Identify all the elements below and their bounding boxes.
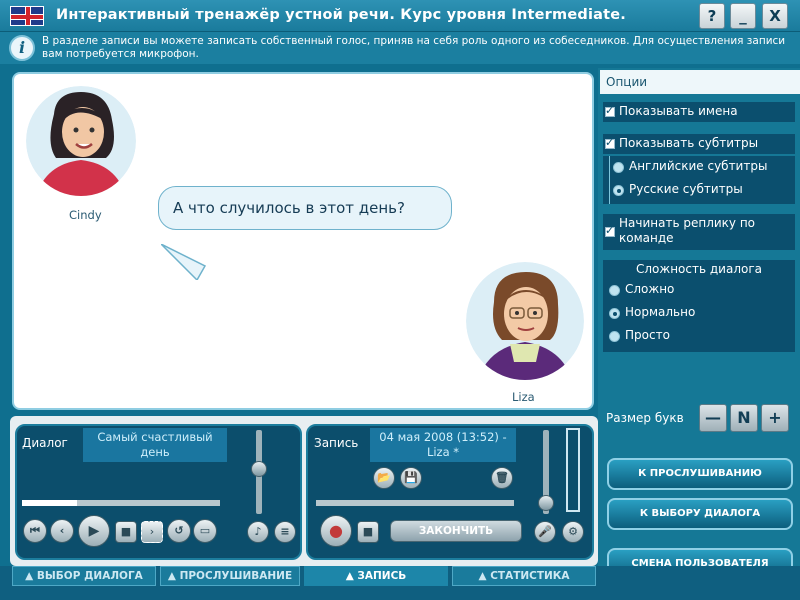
minimize-button[interactable]: _ [730,3,756,29]
difficulty-normal-radio[interactable] [609,308,620,319]
speech-bubble: А что случилось в этот день? [158,186,452,230]
finish-button[interactable]: ЗАКОНЧИТЬ [390,520,522,542]
show-names-checkbox[interactable] [605,104,615,117]
english-subtitles-radio[interactable] [613,162,624,173]
dialog-volume-knob[interactable] [251,460,267,477]
font-increase-button[interactable]: + [761,404,789,432]
russian-subtitles-label: Русские субтитры [629,182,743,196]
show-names-label: Показывать имена [619,104,738,118]
start-on-command-label: Начинать реплику по команде [619,216,756,245]
next-icon[interactable]: › [141,521,163,543]
subtitle-toggle-icon[interactable]: ▭ [193,519,217,543]
speech-bubble-tail [161,244,207,280]
font-decrease-button[interactable]: — [699,404,727,432]
show-subtitles-checkbox[interactable] [605,136,615,149]
show-names-option[interactable]: Показывать имена [603,102,795,122]
tab-listening[interactable]: ▲ ПРОСЛУШИВАНИЕ [160,566,300,586]
repeat-icon[interactable]: ↺ [167,519,191,543]
info-icon: i [9,35,35,61]
record-volume-knob[interactable] [538,494,554,511]
equalizer-icon[interactable]: ≡ [274,521,296,543]
trash-icon[interactable]: 🗑 [491,467,513,489]
cindy-name-label: Cindy [69,208,102,222]
show-subtitles-label: Показывать субтитры [619,136,759,150]
tab-record-label: ЗАПИСЬ [357,570,407,582]
rewind-start-icon[interactable]: ⏮ [23,519,47,543]
record-progress-track[interactable] [316,500,514,506]
record-icon[interactable]: ● [320,515,352,547]
mic-settings-icon[interactable]: ⚙ [562,521,584,543]
start-on-command-option[interactable]: Начинать реплику по команде [603,214,795,250]
record-name-field: 04 мая 2008 (13:52) - Liza * [370,428,516,462]
difficulty-hard-label: Сложно [625,282,675,296]
dialog-progress-track[interactable] [22,500,220,506]
tab-stats[interactable]: ▲ СТАТИСТИКА [452,566,596,586]
english-subtitles-label: Английские субтитры [629,159,768,173]
start-on-command-checkbox[interactable] [605,224,615,237]
info-text: В разделе записи вы можете записать собс… [42,35,786,60]
dialog-progress-fill [22,500,78,506]
difficulty-easy-radio[interactable] [609,331,620,342]
tab-select-dialog-label: ВЫБОР ДИАЛОГА [36,570,143,582]
play-icon[interactable]: ▶ [78,515,110,547]
subtitle-language-group: Английские субтитры Русские субтитры [603,156,795,204]
difficulty-title: Сложность диалога [636,262,762,276]
info-bar: i В разделе записи вы можете записать со… [0,32,800,64]
liza-avatar [466,262,584,380]
difficulty-easy-label: Просто [625,328,670,342]
cindy-avatar [26,86,136,196]
font-normal-button[interactable]: N [730,404,758,432]
help-button[interactable]: ? [699,3,725,29]
open-folder-icon[interactable]: 📂 [373,467,395,489]
speaker-icon[interactable]: ♪ [247,521,269,543]
prev-icon[interactable]: ‹ [50,519,74,543]
dialog-stage: Cindy А что случилось в этот день? Liza [12,72,594,410]
record-stop-icon[interactable]: ■ [357,521,379,543]
uk-flag-icon [10,6,44,26]
liza-name-label: Liza [512,390,535,404]
options-title: Опции [600,70,800,94]
stop-icon[interactable]: ■ [115,521,137,543]
difficulty-normal-label: Нормально [625,305,696,319]
tab-record[interactable]: ▲ ЗАПИСЬ [304,566,448,586]
tab-select-dialog[interactable]: ▲ ВЫБОР ДИАЛОГА [12,566,156,586]
font-size-label: Размер букв [606,411,684,425]
tab-stats-label: СТАТИСТИКА [490,570,570,582]
to-listening-button[interactable]: К ПРОСЛУШИВАНИЮ [607,458,793,490]
microphone-icon[interactable]: 🎤 [534,521,556,543]
record-panel-label: Запись [314,436,359,450]
russian-subtitles-radio[interactable] [613,185,624,196]
record-level-meter [566,428,580,512]
difficulty-hard-radio[interactable] [609,285,620,296]
save-icon[interactable]: 💾 [400,467,422,489]
tab-listening-label: ПРОСЛУШИВАНИЕ [179,570,293,582]
app-title: Интерактивный тренажёр устной речи. Курс… [56,7,626,23]
dialog-name-field: Самый счастливый день [83,428,227,462]
dialog-panel-label: Диалог [22,436,68,450]
difficulty-group: Сложность диалога Сложно Нормально Прост… [603,260,795,352]
to-dialog-select-button[interactable]: К ВЫБОРУ ДИАЛОГА [607,498,793,530]
close-button[interactable]: X [762,3,788,29]
show-subtitles-option[interactable]: Показывать субтитры [603,134,795,154]
title-bar: Интерактивный тренажёр устной речи. Курс… [0,0,800,32]
